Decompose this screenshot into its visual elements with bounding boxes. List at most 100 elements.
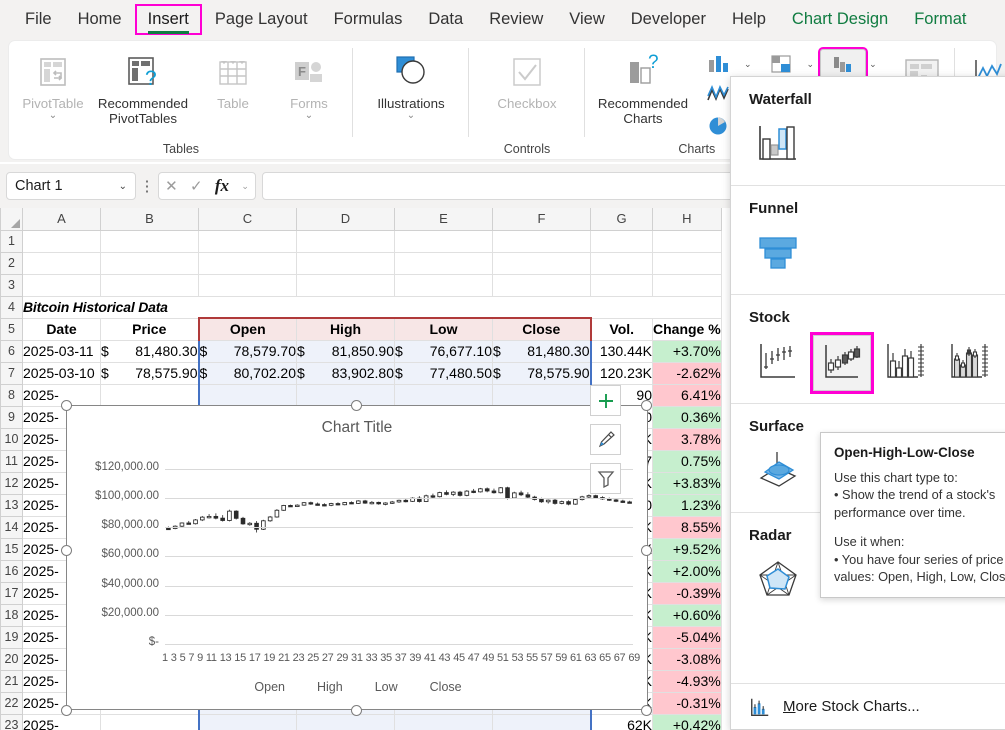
- chart-handle-ml[interactable]: [61, 545, 72, 556]
- cell-price[interactable]: $81,480.30: [101, 340, 199, 362]
- cell-date[interactable]: 2025-03-10: [23, 362, 101, 384]
- cell-change-percent[interactable]: -0.39%: [653, 582, 722, 604]
- table-column-header[interactable]: Date: [23, 318, 101, 340]
- cell-change-percent[interactable]: +3.83%: [653, 472, 722, 494]
- ribbon-tab-data[interactable]: Data: [417, 6, 474, 33]
- cell-close[interactable]: [493, 384, 591, 406]
- name-box[interactable]: Chart 1 ⌄: [6, 172, 136, 200]
- ribbon-tab-home[interactable]: Home: [67, 6, 133, 33]
- grid-cell[interactable]: [297, 252, 395, 274]
- cell-high[interactable]: $83,902.80: [297, 362, 395, 384]
- ribbon-tab-format[interactable]: Format: [903, 6, 977, 33]
- cell-low[interactable]: [395, 714, 493, 730]
- cell-close[interactable]: $81,480.30: [493, 340, 591, 362]
- cell-change-percent[interactable]: 8.55%: [653, 516, 722, 538]
- chart-legend-item[interactable]: High: [317, 680, 343, 694]
- cell-change-percent[interactable]: 6.41%: [653, 384, 722, 406]
- cancel-icon[interactable]: ✕: [165, 177, 178, 195]
- sheet-title[interactable]: Bitcoin Historical Data: [23, 296, 722, 318]
- cell-change-percent[interactable]: +3.70%: [653, 340, 722, 362]
- funnel-chart-button[interactable]: [749, 226, 807, 282]
- cell-change-percent[interactable]: +0.60%: [653, 604, 722, 626]
- ribbon-tab-insert[interactable]: Insert: [137, 6, 200, 33]
- grid-cell[interactable]: [199, 230, 297, 252]
- column-header-C[interactable]: C: [199, 208, 297, 230]
- cell-high[interactable]: [297, 384, 395, 406]
- grid-cell[interactable]: [101, 252, 199, 274]
- table-column-header[interactable]: Price: [101, 318, 199, 340]
- cell-change-percent[interactable]: 0.75%: [653, 450, 722, 472]
- chart-handle-bc[interactable]: [351, 705, 362, 716]
- chart-object[interactable]: Chart Title $120,000.00$100,000.00$80,00…: [66, 405, 648, 710]
- ribbon-tab-developer[interactable]: Developer: [620, 6, 717, 33]
- grid-cell[interactable]: [653, 274, 722, 296]
- table-column-header[interactable]: Close: [493, 318, 591, 340]
- cell-change-percent[interactable]: -2.62%: [653, 362, 722, 384]
- cell-high[interactable]: $81,850.90: [297, 340, 395, 362]
- ribbon-tab-help[interactable]: Help: [721, 6, 777, 33]
- row-header-18[interactable]: 18: [1, 604, 23, 626]
- grid-cell[interactable]: [101, 230, 199, 252]
- row-header-14[interactable]: 14: [1, 516, 23, 538]
- chart-handle-tl[interactable]: [61, 400, 72, 411]
- enter-icon[interactable]: ✓: [190, 177, 203, 195]
- grid-cell[interactable]: [653, 230, 722, 252]
- cell-price[interactable]: $78,575.90: [101, 362, 199, 384]
- table-column-header[interactable]: Low: [395, 318, 493, 340]
- chart-handle-bl[interactable]: [61, 705, 72, 716]
- row-header-16[interactable]: 16: [1, 560, 23, 582]
- chart-plot-area[interactable]: $120,000.00$100,000.00$80,000.00$60,000.…: [67, 446, 649, 676]
- illustrations-button[interactable]: Illustrations ⌄: [359, 48, 463, 121]
- cell-change-percent[interactable]: -5.04%: [653, 626, 722, 648]
- row-header-22[interactable]: 22: [1, 692, 23, 714]
- table-column-header[interactable]: Open: [199, 318, 297, 340]
- column-header-B[interactable]: B: [101, 208, 199, 230]
- cell-open[interactable]: [199, 714, 297, 730]
- chart-handle-br[interactable]: [641, 705, 652, 716]
- table-column-header[interactable]: Change %: [653, 318, 722, 340]
- grid-cell[interactable]: [493, 274, 591, 296]
- grid-cell[interactable]: [23, 230, 101, 252]
- high-low-close-chart-button[interactable]: [749, 335, 807, 391]
- grid-cell[interactable]: [101, 274, 199, 296]
- grid-cell[interactable]: [395, 274, 493, 296]
- forms-button[interactable]: F Forms ⌄: [271, 48, 347, 121]
- open-high-low-close-chart-button[interactable]: [813, 335, 871, 391]
- waterfall-stock-chart-button[interactable]: [820, 49, 866, 79]
- row-header-6[interactable]: 6: [1, 340, 23, 362]
- ribbon-tab-review[interactable]: Review: [478, 6, 554, 33]
- chart-legend[interactable]: OpenHighLowClose: [67, 680, 649, 694]
- column-header-F[interactable]: F: [493, 208, 591, 230]
- volume-high-low-close-chart-button[interactable]: [877, 335, 935, 391]
- chevron-down-icon[interactable]: ⌄: [241, 181, 249, 192]
- cell-close[interactable]: [493, 714, 591, 730]
- volume-open-high-low-close-chart-button[interactable]: [941, 335, 999, 391]
- cell-date[interactable]: 2025-03-11: [23, 340, 101, 362]
- row-header-21[interactable]: 21: [1, 670, 23, 692]
- chart-styles-button[interactable]: [590, 424, 621, 455]
- checkbox-button[interactable]: Checkbox: [475, 48, 579, 111]
- grid-cell[interactable]: [297, 230, 395, 252]
- more-stock-charts-item[interactable]: More Stock Charts...: [731, 683, 1005, 729]
- grid-cell[interactable]: [199, 274, 297, 296]
- cell-change-percent[interactable]: -4.93%: [653, 670, 722, 692]
- column-header-G[interactable]: G: [591, 208, 653, 230]
- ribbon-tab-file[interactable]: File: [14, 6, 63, 33]
- grid-cell[interactable]: [23, 252, 101, 274]
- chart-elements-button[interactable]: [590, 385, 621, 416]
- recommended-pivottables-button[interactable]: ? Recommended PivotTables: [91, 48, 195, 126]
- chart-handle-tr[interactable]: [641, 400, 652, 411]
- recommended-charts-button[interactable]: ? Recommended Charts: [591, 48, 695, 126]
- cell-volume[interactable]: 130.44K: [591, 340, 653, 362]
- chart-handle-mr[interactable]: [641, 545, 652, 556]
- row-header-12[interactable]: 12: [1, 472, 23, 494]
- table-column-header[interactable]: Vol.: [591, 318, 653, 340]
- table-button[interactable]: Table: [195, 48, 271, 111]
- cell-close[interactable]: $78,575.90: [493, 362, 591, 384]
- waterfall-chart-button[interactable]: [749, 117, 807, 173]
- column-header-D[interactable]: D: [297, 208, 395, 230]
- ribbon-tab-formulas[interactable]: Formulas: [323, 6, 414, 33]
- cell-low[interactable]: $77,480.50: [395, 362, 493, 384]
- cell-change-percent[interactable]: +2.00%: [653, 560, 722, 582]
- row-header-17[interactable]: 17: [1, 582, 23, 604]
